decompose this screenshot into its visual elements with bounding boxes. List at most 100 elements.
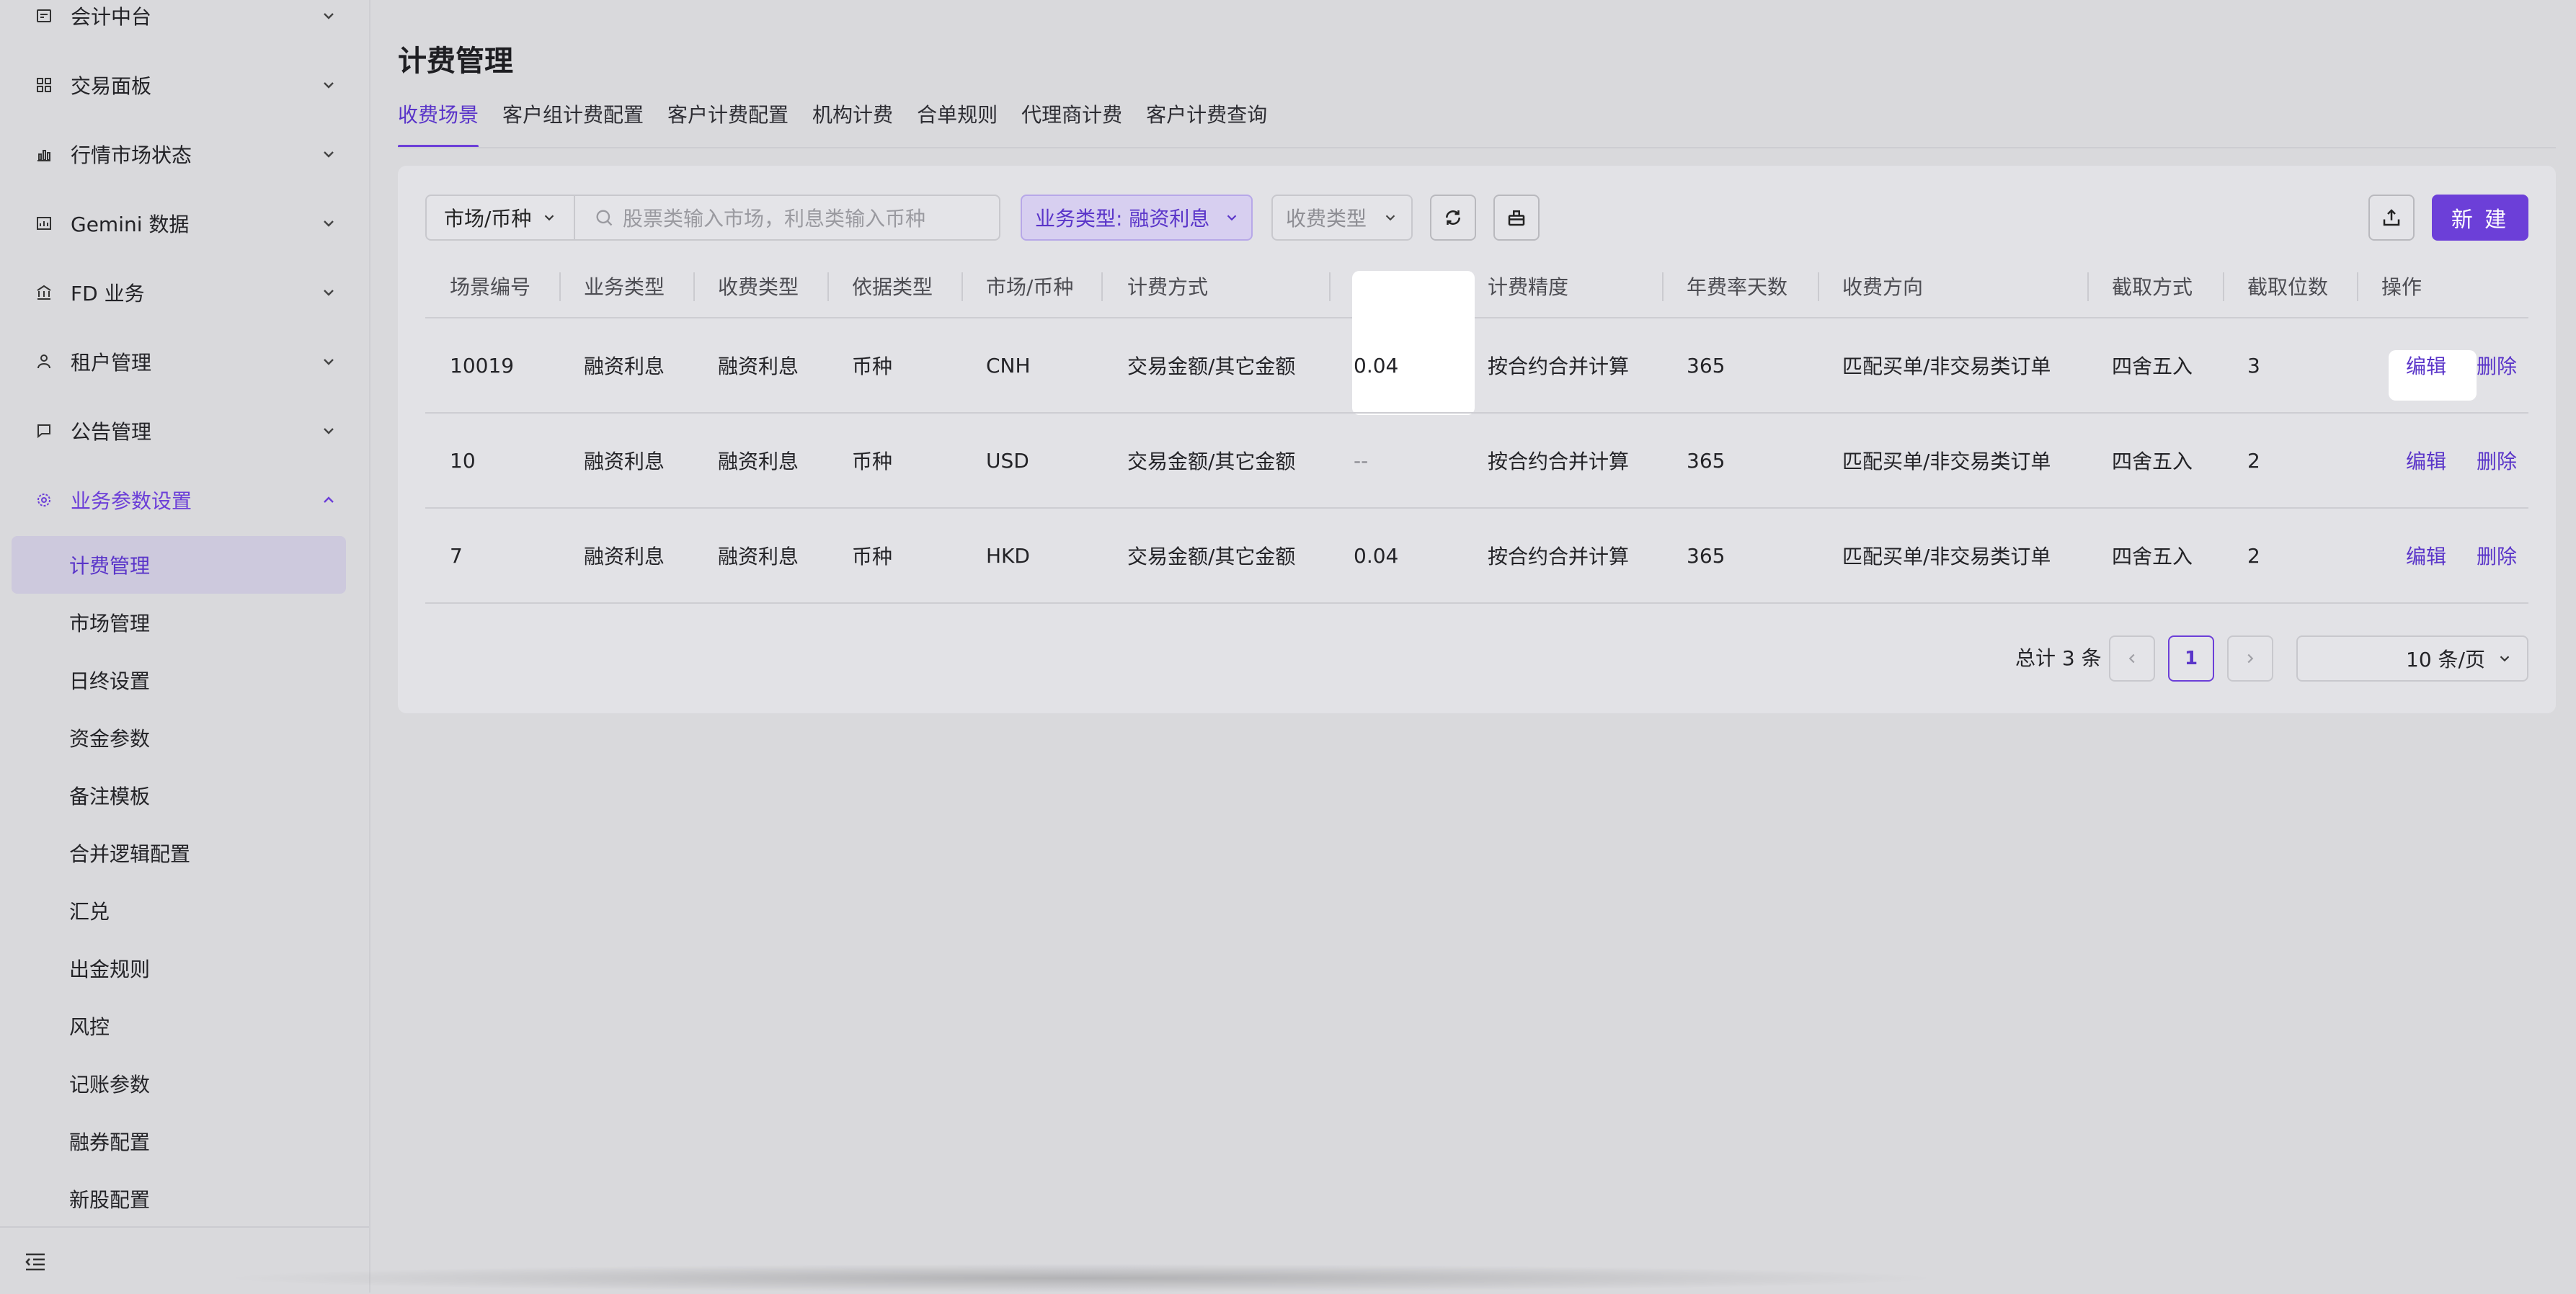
column-divider bbox=[2357, 272, 2358, 301]
cell-truncate-digits: 3 bbox=[2247, 353, 2260, 378]
tab-fee-scenario[interactable]: 收费场景 bbox=[398, 99, 479, 148]
cell-base-rate: 0.04 bbox=[1354, 543, 1399, 568]
business-type-label: 业务类型: 融资利息 bbox=[1035, 207, 1210, 231]
sidebar-item-securities-lending[interactable]: 融券配置 bbox=[69, 1112, 150, 1170]
column-header: 截取方式 bbox=[2112, 275, 2193, 299]
sidebar-group-accounting[interactable]: 会计中台 bbox=[0, 0, 369, 50]
search-icon bbox=[596, 210, 613, 226]
page-size-select[interactable]: 10 条/页 bbox=[2296, 635, 2528, 682]
table-row: 10 融资利息 融资利息 币种 USD 交易金额/其它金额 -- 按合约合并计算… bbox=[425, 414, 2528, 509]
chevron-down-icon bbox=[324, 359, 334, 365]
page-title: 计费管理 bbox=[398, 45, 513, 78]
next-page-button[interactable] bbox=[2227, 635, 2273, 682]
message-icon bbox=[35, 421, 53, 440]
sidebar-group-label: Gemini 数据 bbox=[71, 213, 190, 236]
chevron-down-icon bbox=[324, 13, 334, 19]
edit-link[interactable]: 编辑 bbox=[2406, 414, 2446, 507]
sidebar-item-withdraw-rules[interactable]: 出金规则 bbox=[69, 940, 150, 997]
tab-merge-rules[interactable]: 合单规则 bbox=[917, 99, 998, 148]
collapse-menu-icon[interactable] bbox=[25, 1252, 46, 1271]
sidebar-group-label: 业务参数设置 bbox=[71, 489, 192, 513]
prev-page-button[interactable] bbox=[2109, 635, 2155, 682]
cell-annual-days: 365 bbox=[1687, 448, 1726, 473]
refresh-button[interactable] bbox=[1430, 195, 1476, 241]
sidebar-group-tenant[interactable]: 租户管理 bbox=[0, 327, 369, 396]
cell-precision: 按合约合并计算 bbox=[1488, 545, 1630, 568]
sidebar-item-accounting-params[interactable]: 记账参数 bbox=[69, 1055, 150, 1112]
new-button[interactable]: 新 建 bbox=[2432, 195, 2528, 241]
delete-link[interactable]: 删除 bbox=[2477, 318, 2517, 412]
chevron-left-icon bbox=[2128, 653, 2135, 664]
gear-icon bbox=[35, 491, 53, 509]
sidebar-item-fee-management[interactable]: 计费管理 bbox=[69, 536, 150, 594]
tab-agent-fee[interactable]: 代理商计费 bbox=[1021, 99, 1122, 148]
cell-truncate-digits: 2 bbox=[2247, 448, 2260, 473]
delete-link[interactable]: 删除 bbox=[2477, 414, 2517, 507]
sidebar-group-announcement[interactable]: 公告管理 bbox=[0, 396, 369, 465]
sidebar-item-exchange[interactable]: 汇兑 bbox=[69, 882, 110, 940]
sidebar-group-fd[interactable]: FD 业务 bbox=[0, 258, 369, 327]
cell-fee-type: 融资利息 bbox=[718, 450, 799, 473]
tab-customer-fee-query[interactable]: 客户计费查询 bbox=[1146, 99, 1267, 148]
content-card: 市场/币种 股票类输入市场，利息类输入币种 业务类型: 融资利息 收费类型 新 … bbox=[398, 166, 2556, 713]
cell-billing-method: 交易金额/其它金额 bbox=[1127, 354, 1296, 378]
column-divider bbox=[827, 272, 829, 301]
fee-type-select[interactable]: 收费类型 bbox=[1271, 195, 1413, 241]
tab-institution-fee[interactable]: 机构计费 bbox=[812, 99, 893, 148]
page-number-button[interactable]: 1 bbox=[2168, 635, 2214, 682]
sidebar-item-ipo-config[interactable]: 新股配置 bbox=[69, 1170, 150, 1228]
sidebar-group-label: 交易面板 bbox=[71, 74, 152, 98]
sidebar-item-risk-control[interactable]: 风控 bbox=[69, 997, 110, 1055]
sidebar-item-remark-template[interactable]: 备注模板 bbox=[69, 767, 150, 824]
sidebar-item-market-management[interactable]: 市场管理 bbox=[69, 594, 150, 651]
column-divider bbox=[559, 272, 561, 301]
sidebar-item-fund-params[interactable]: 资金参数 bbox=[69, 709, 150, 767]
sidebar-item-merge-logic[interactable]: 合并逻辑配置 bbox=[69, 824, 190, 882]
tab-customer-group-fee[interactable]: 客户组计费配置 bbox=[502, 99, 644, 148]
sidebar-group-market-status[interactable]: 行情市场状态 bbox=[0, 120, 369, 189]
cell-fee-type: 融资利息 bbox=[718, 354, 799, 378]
sidebar-group-business-params[interactable]: 业务参数设置 bbox=[0, 465, 369, 535]
edit-link[interactable]: 编辑 bbox=[2406, 509, 2446, 602]
cell-market-currency: USD bbox=[986, 448, 1029, 473]
market-currency-select[interactable]: 市场/币种 bbox=[427, 196, 575, 239]
cell-scenario-id: 10 bbox=[450, 448, 476, 473]
table-row: 10019 融资利息 融资利息 币种 CNH 交易金额/其它金额 0.04 按合… bbox=[425, 318, 2528, 414]
business-type-select[interactable]: 业务类型: 融资利息 bbox=[1021, 195, 1253, 241]
cell-business-type: 融资利息 bbox=[584, 450, 665, 473]
cell-annual-days: 365 bbox=[1687, 543, 1726, 568]
bank-icon bbox=[35, 283, 53, 302]
cell-business-type: 融资利息 bbox=[584, 545, 665, 568]
search-placeholder: 股票类输入市场，利息类输入币种 bbox=[623, 207, 926, 231]
bottom-shadow bbox=[216, 1264, 1946, 1293]
column-header: 计费方式 bbox=[1127, 275, 1209, 299]
search-input[interactable]: 股票类输入市场，利息类输入币种 bbox=[575, 196, 925, 239]
active-item-highlight bbox=[12, 536, 346, 594]
ledger-icon bbox=[35, 6, 53, 25]
sidebar-group-label: 租户管理 bbox=[71, 351, 152, 375]
sidebar: 会计中台 交易面板 行情市场状态 Gemini 数据 FD 业务 租户管理 公告… bbox=[0, 0, 370, 1293]
sidebar-item-eod-settings[interactable]: 日终设置 bbox=[69, 651, 150, 709]
column-divider bbox=[693, 272, 695, 301]
main-content: 计费管理 收费场景 客户组计费配置 客户计费配置 机构计费 合单规则 代理商计费… bbox=[370, 0, 2576, 1293]
sidebar-group-trading[interactable]: 交易面板 bbox=[0, 50, 369, 120]
export-button[interactable] bbox=[2368, 195, 2415, 241]
column-header: 市场/币种 bbox=[986, 275, 1074, 299]
clear-icon bbox=[1508, 210, 1525, 226]
column-header: 截取位数 bbox=[2247, 275, 2329, 299]
sidebar-group-gemini[interactable]: Gemini 数据 bbox=[0, 189, 369, 258]
cell-direction: 匹配买单/非交易类订单 bbox=[1842, 545, 2051, 568]
column-divider bbox=[1329, 272, 1331, 301]
clear-button[interactable] bbox=[1493, 195, 1540, 241]
tabs-divider bbox=[398, 147, 2556, 148]
edit-link[interactable]: 编辑 bbox=[2406, 318, 2446, 412]
chart-icon bbox=[35, 214, 53, 233]
cell-scenario-id: 10019 bbox=[450, 353, 515, 378]
tab-customer-fee[interactable]: 客户计费配置 bbox=[667, 99, 789, 148]
column-header: 计费精度 bbox=[1488, 275, 1569, 299]
delete-link[interactable]: 删除 bbox=[2477, 509, 2517, 602]
cell-annual-days: 365 bbox=[1687, 353, 1726, 378]
column-header: 场景编号 bbox=[450, 275, 531, 299]
market-select-label: 市场/币种 bbox=[444, 207, 532, 231]
column-divider bbox=[1101, 272, 1103, 301]
